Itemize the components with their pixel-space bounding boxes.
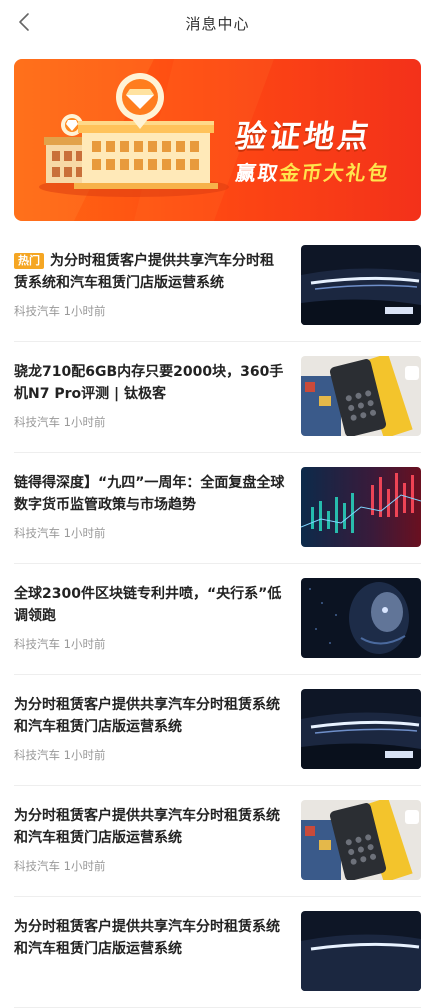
article-meta: 科技汽车 1小时前 — [14, 748, 106, 762]
article-thumbnail-phone[interactable] — [301, 356, 421, 436]
hot-badge: 热门 — [14, 253, 44, 269]
article-thumbnail-digital[interactable] — [301, 578, 421, 658]
article-thumbnail-car[interactable] — [301, 245, 421, 325]
article-thumbnail-car[interactable] — [301, 911, 421, 991]
article-text: 为分时租赁客户提供共享汽车分时租赁系统和汽车租赁门店版运营系统 — [14, 917, 286, 960]
back-arrow-icon[interactable] — [14, 11, 36, 33]
banner-subline-prefix: 赢取 — [234, 161, 282, 185]
article-list: 热门 为分时租赁客户提供共享汽车分时租赁系统和汽车租赁门店版运营系统 科技汽车 1… — [0, 231, 435, 1008]
article-item[interactable]: 全球2300件区块链专利井喷，“央行系”低调领跑 科技汽车 1小时前 — [14, 564, 421, 675]
article-meta: 科技汽车 1小时前 — [14, 526, 106, 540]
article-item[interactable]: 为分时租赁客户提供共享汽车分时租赁系统和汽车租赁门店版运营系统 科技汽车 1小时… — [14, 786, 421, 897]
promo-banner[interactable]: 验证地点 赢取金币大礼包 — [14, 59, 421, 221]
article-thumbnail-car[interactable] — [301, 689, 421, 769]
article-thumbnail-market[interactable] — [301, 467, 421, 547]
article-text: 为分时租赁客户提供共享汽车分时租赁系统和汽车租赁门店版运营系统 — [14, 695, 286, 738]
banner-subline-highlight: 金币大礼包 — [278, 161, 392, 185]
article-text: 全球2300件区块链专利井喷，“央行系”低调领跑 — [14, 584, 286, 627]
article-title-text: 为分时租赁客户提供共享汽车分时租赁系统和汽车租赁门店版运营系统 — [14, 253, 274, 291]
article-title: 热门 为分时租赁客户提供共享汽车分时租赁系统和汽车租赁门店版运营系统 — [14, 251, 286, 294]
article-title: 为分时租赁客户提供共享汽车分时租赁系统和汽车租赁门店版运营系统 — [14, 808, 280, 846]
article-meta: 科技汽车 1小时前 — [14, 859, 106, 873]
article-text: 骁龙710配6GB内存只要2000块，360手机N7 Pro评测 | 钛极客 — [14, 362, 286, 405]
article-item[interactable]: 热门 为分时租赁客户提供共享汽车分时租赁系统和汽车租赁门店版运营系统 科技汽车 1… — [14, 231, 421, 342]
article-title: 为分时租赁客户提供共享汽车分时租赁系统和汽车租赁门店版运营系统 — [14, 697, 280, 735]
article-item[interactable]: 链得得深度】“九四”一周年：全面复盘全球数字货币监管政策与市场趋势 科技汽车 1… — [14, 453, 421, 564]
article-meta: 科技汽车 1小时前 — [14, 415, 106, 429]
article-text: 热门 为分时租赁客户提供共享汽车分时租赁系统和汽车租赁门店版运营系统 — [14, 251, 286, 294]
banner-headline: 验证地点 — [232, 119, 375, 155]
article-item[interactable]: 为分时租赁客户提供共享汽车分时租赁系统和汽车租赁门店版运营系统 — [14, 897, 421, 1008]
page-title: 消息中心 — [185, 14, 250, 33]
article-title: 骁龙710配6GB内存只要2000块，360手机N7 Pro评测 | 钛极客 — [14, 364, 284, 402]
article-text: 链得得深度】“九四”一周年：全面复盘全球数字货币监管政策与市场趋势 — [14, 473, 286, 516]
article-meta: 科技汽车 1小时前 — [14, 304, 106, 318]
article-text: 为分时租赁客户提供共享汽车分时租赁系统和汽车租赁门店版运营系统 — [14, 806, 286, 849]
article-item[interactable]: 骁龙710配6GB内存只要2000块，360手机N7 Pro评测 | 钛极客 科… — [14, 342, 421, 453]
banner-subline: 赢取金币大礼包 — [234, 157, 392, 186]
article-item[interactable]: 为分时租赁客户提供共享汽车分时租赁系统和汽车租赁门店版运营系统 科技汽车 1小时… — [14, 675, 421, 786]
article-title: 链得得深度】“九四”一周年：全面复盘全球数字货币监管政策与市场趋势 — [14, 475, 285, 513]
article-title: 全球2300件区块链专利井喷，“央行系”低调领跑 — [14, 586, 282, 624]
article-meta: 科技汽车 1小时前 — [14, 637, 106, 651]
article-title: 为分时租赁客户提供共享汽车分时租赁系统和汽车租赁门店版运营系统 — [14, 919, 280, 957]
article-thumbnail-phone[interactable] — [301, 800, 421, 880]
nav-bar: 消息中心 — [0, 0, 435, 46]
